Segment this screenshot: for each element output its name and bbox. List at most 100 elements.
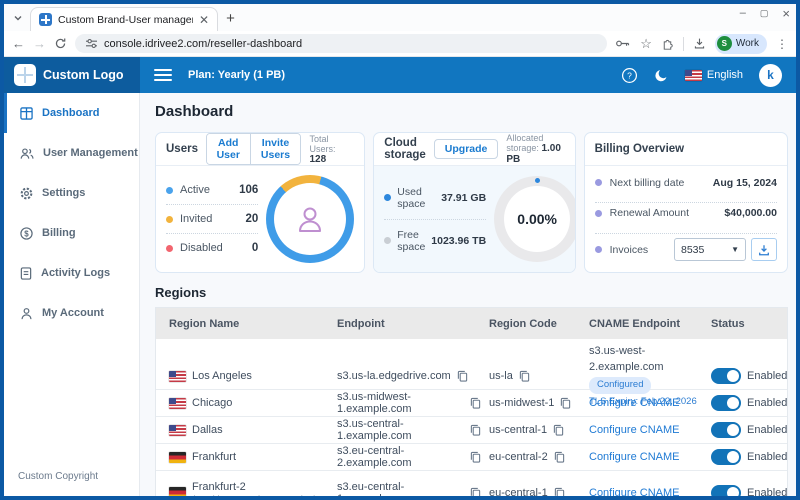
close-window-button[interactable]: × (782, 7, 790, 20)
active-dot-icon (166, 187, 173, 194)
copy-icon[interactable] (553, 424, 564, 436)
download-invoice-button[interactable] (751, 238, 777, 261)
sidebar-item-label: Settings (42, 187, 85, 199)
configure-cname-link[interactable]: Configure CNAME (589, 487, 679, 497)
bullet-dot-icon (595, 210, 602, 217)
tab-search-button[interactable] (8, 8, 28, 28)
site-favicon-icon (39, 13, 52, 26)
region-note: (awaiting capacity expansion) (192, 494, 317, 497)
help-icon[interactable]: ? (621, 67, 638, 84)
sidebar-item-billing[interactable]: $ Billing (4, 213, 139, 253)
col-endpoint: Endpoint (337, 318, 489, 330)
free-space-row: Free space 1023.96 TB (384, 219, 486, 262)
billing-card-title: Billing Overview (595, 143, 684, 155)
download-icon (758, 244, 770, 256)
sidebar-item-activity-logs[interactable]: Activity Logs (4, 253, 139, 293)
table-row: Los Angeles s3.us-la.edgedrive.com us-la… (156, 339, 787, 390)
user-avatar[interactable]: k (759, 64, 782, 87)
copy-icon[interactable] (470, 397, 481, 409)
password-key-icon[interactable] (615, 38, 631, 49)
table-row: Frankfurt s3.eu-central-2.example.com eu… (156, 444, 787, 471)
brand-logo[interactable]: Custom Logo (4, 57, 140, 93)
profile-avatar: S (717, 36, 732, 51)
new-tab-button[interactable]: + (226, 10, 235, 27)
sidebar-item-my-account[interactable]: My Account (4, 293, 139, 333)
us-flag-icon (169, 398, 186, 409)
profile-badge[interactable]: S Work (715, 34, 767, 54)
status-label: Enabled (747, 487, 787, 497)
bookmark-star-icon[interactable]: ☆ (640, 37, 652, 50)
status-toggle[interactable] (711, 368, 741, 384)
svg-text:$: $ (24, 229, 29, 238)
users-card-title: Users (166, 143, 198, 155)
configure-cname-link[interactable]: Configure CNAME (589, 424, 679, 436)
status-label: Enabled (747, 397, 787, 409)
sidebar-item-label: My Account (42, 307, 104, 319)
forward-button[interactable]: → (33, 37, 46, 50)
col-region-name: Region Name (169, 318, 337, 330)
add-user-button[interactable]: Add User (207, 134, 250, 164)
invoice-select[interactable]: 8535 ▼ (674, 238, 746, 261)
browser-window: Custom Brand-User management ✕ + – ▢ × ←… (0, 0, 800, 500)
copy-icon[interactable] (554, 451, 565, 463)
sidebar-item-user-management[interactable]: User Management (4, 133, 139, 173)
upgrade-button[interactable]: Upgrade (434, 139, 499, 159)
configure-cname-link[interactable]: Configure CNAME (589, 451, 679, 463)
site-settings-icon[interactable] (85, 38, 98, 49)
status-toggle[interactable] (711, 449, 741, 465)
status-toggle[interactable] (711, 422, 741, 438)
us-flag-icon (685, 70, 702, 81)
minimize-button[interactable]: – (740, 8, 746, 19)
legend-row-disabled: Disabled 0 (166, 233, 258, 262)
browser-tab[interactable]: Custom Brand-User management ✕ (30, 7, 218, 31)
status-toggle[interactable] (711, 485, 741, 497)
plan-label: Plan: Yearly (1 PB) (188, 69, 285, 81)
dark-mode-moon-icon[interactable] (654, 68, 669, 83)
regions-title: Regions (155, 285, 788, 300)
configure-cname-link[interactable]: Configure CNAME (589, 397, 679, 409)
sidebar-item-dashboard[interactable]: Dashboard (4, 93, 139, 133)
brand-logo-icon (14, 64, 36, 86)
sidebar-item-label: Activity Logs (41, 267, 110, 279)
language-selector[interactable]: English (685, 69, 743, 81)
bullet-dot-icon (595, 246, 602, 253)
copy-icon[interactable] (470, 451, 481, 463)
browser-menu-icon[interactable]: ⋮ (776, 37, 788, 51)
main-content: Dashboard Users Add User Invite Users To… (140, 93, 796, 496)
chevron-down-icon (13, 13, 23, 23)
downloads-icon[interactable] (693, 37, 706, 50)
renewal-amount-row: Renewal Amount $40,000.00 (595, 202, 777, 223)
disabled-dot-icon (166, 245, 173, 252)
users-icon (20, 147, 34, 160)
back-button[interactable]: ← (12, 37, 25, 50)
hamburger-menu-icon[interactable] (154, 69, 172, 81)
browser-toolbar: ← → console.idrivee2.com/reseller-dashbo… (4, 31, 796, 57)
users-card: Users Add User Invite Users Total Users:… (155, 132, 365, 273)
invite-users-button[interactable]: Invite Users (250, 134, 301, 164)
toolbar-divider (683, 37, 684, 51)
status-toggle[interactable] (711, 395, 741, 411)
table-header-row: Region Name Endpoint Region Code CNAME E… (156, 308, 787, 339)
address-bar[interactable]: console.idrivee2.com/reseller-dashboard (75, 34, 607, 53)
copy-icon[interactable] (560, 397, 571, 409)
copy-icon[interactable] (470, 424, 481, 436)
extensions-icon[interactable] (661, 37, 674, 50)
svg-text:?: ? (627, 70, 632, 80)
cname-domain: s3.us-west-2.example.com (589, 344, 703, 376)
tab-close-icon[interactable]: ✕ (199, 14, 209, 26)
copy-icon[interactable] (470, 487, 481, 497)
tab-strip: Custom Brand-User management ✕ + – ▢ × (4, 4, 796, 31)
copy-icon[interactable] (554, 487, 565, 497)
sidebar-item-label: Dashboard (42, 107, 99, 119)
copy-icon[interactable] (457, 370, 468, 382)
us-flag-icon (169, 371, 186, 382)
us-flag-icon (169, 425, 186, 436)
reload-button[interactable] (54, 37, 67, 50)
bullet-dot-icon (595, 179, 602, 186)
storage-donut-chart: 0.00% (494, 176, 575, 262)
col-region-code: Region Code (489, 318, 589, 330)
sidebar-item-settings[interactable]: Settings (4, 173, 139, 213)
maximize-button[interactable]: ▢ (760, 9, 769, 18)
tab-title: Custom Brand-User management (58, 14, 193, 26)
copy-icon[interactable] (519, 370, 530, 382)
